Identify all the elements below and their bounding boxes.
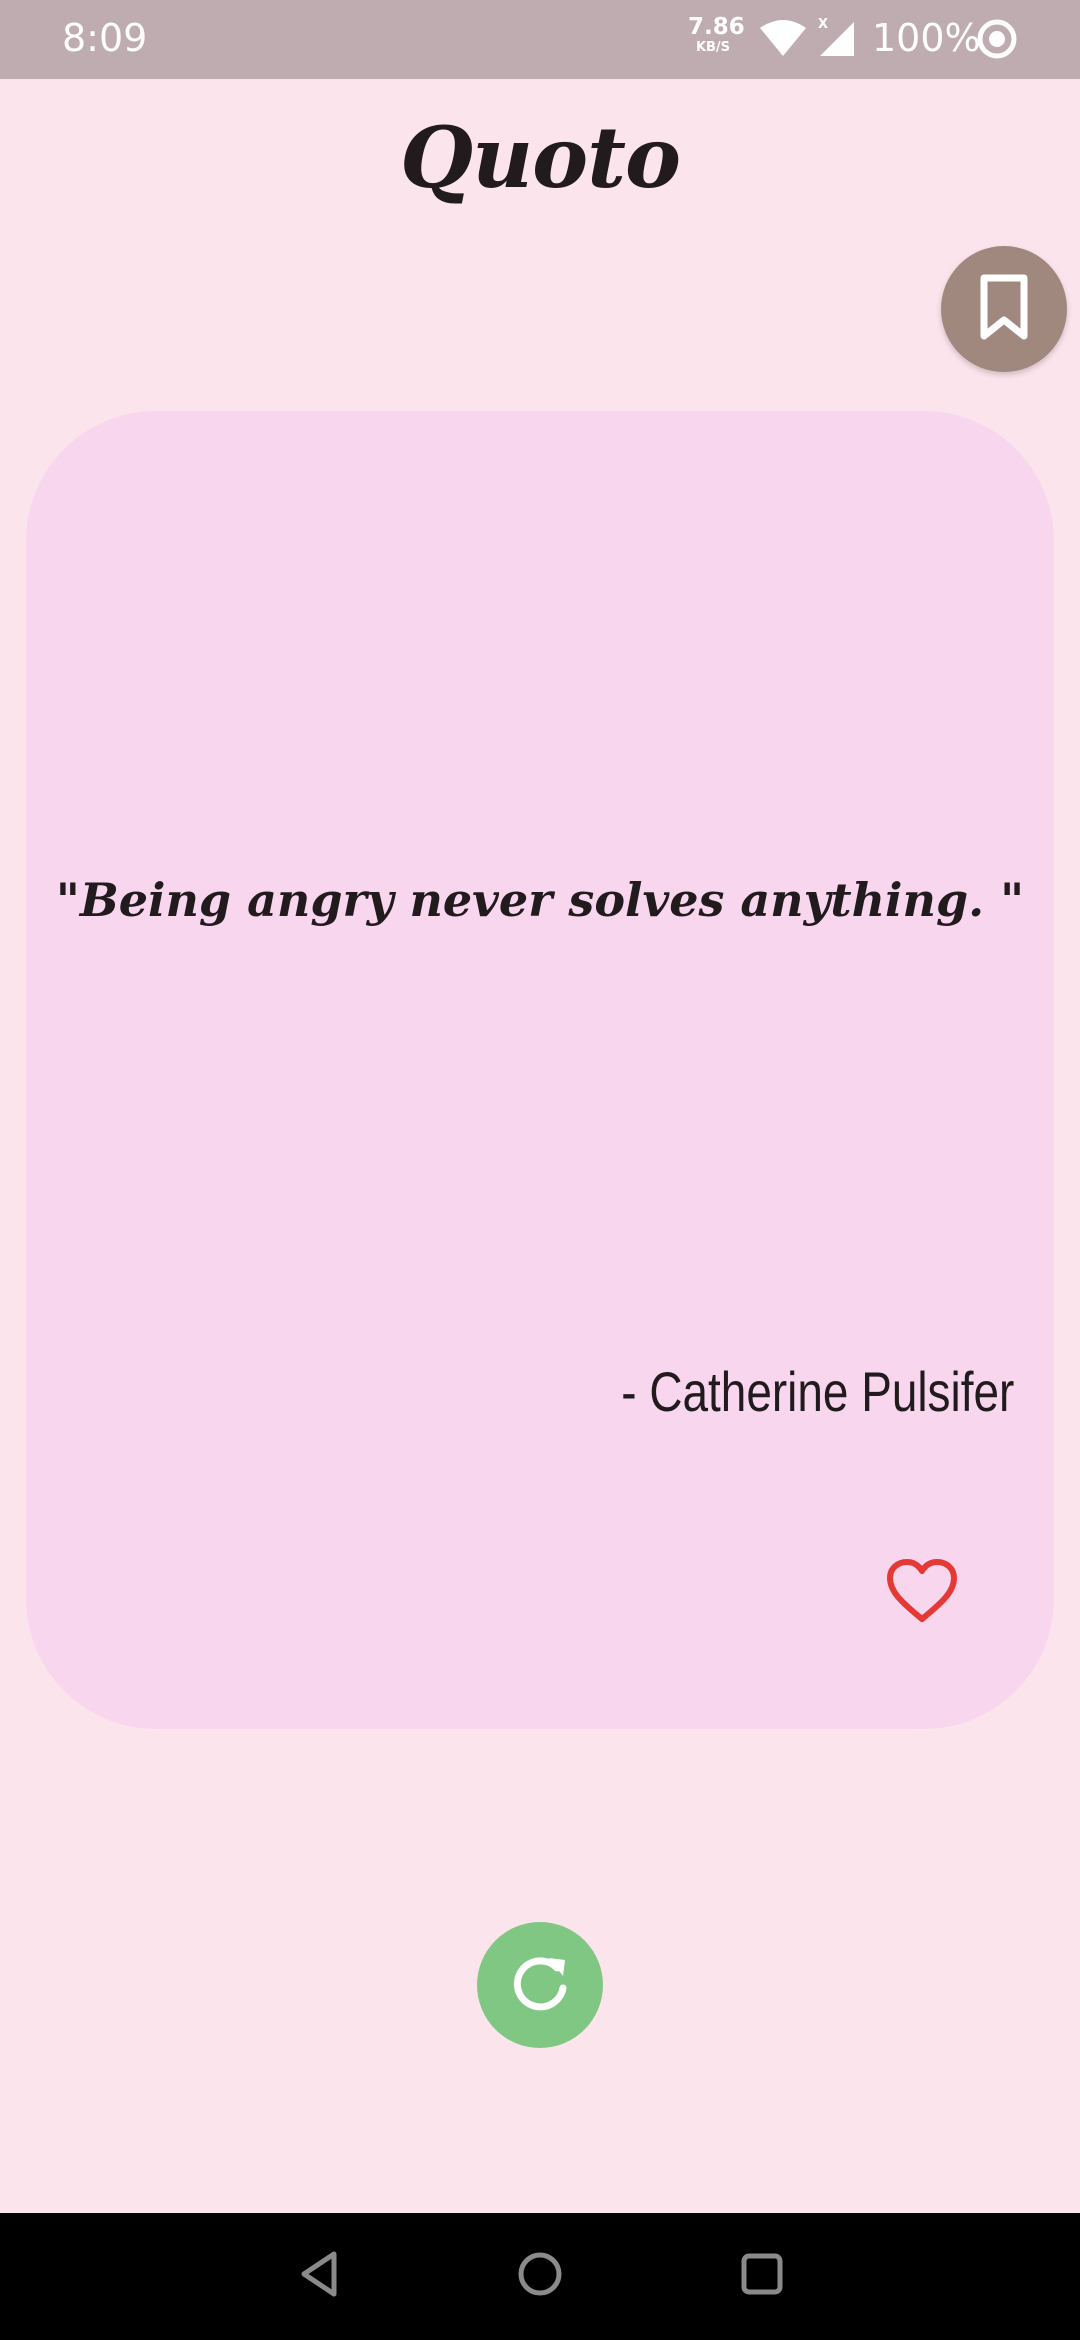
quote-author: - Catherine Pulsifer xyxy=(620,1360,1014,1423)
bookmark-icon xyxy=(976,274,1032,344)
status-time: 8:09 xyxy=(62,16,148,60)
app-screen: 8:09 7.86 KB/S X 100% Quoto "Being angry… xyxy=(0,0,1080,2340)
quote-card: "Being angry never solves anything. " - … xyxy=(26,411,1054,1729)
network-speed-unit: KB/S xyxy=(695,40,731,55)
refresh-icon xyxy=(507,1950,573,2020)
circle-status-icon xyxy=(975,17,1019,61)
home-icon xyxy=(514,2248,566,2304)
battery-percentage: 100% xyxy=(872,16,981,60)
bookmarks-button[interactable] xyxy=(941,246,1067,372)
network-speed: 7.86 KB/S xyxy=(688,14,745,55)
wifi-icon xyxy=(758,18,808,58)
home-button[interactable] xyxy=(505,2241,575,2311)
back-button[interactable] xyxy=(285,2241,355,2311)
recents-button[interactable] xyxy=(727,2241,797,2311)
app-title: Quoto xyxy=(399,108,681,207)
system-navigation-bar xyxy=(0,2213,1080,2340)
favorite-button[interactable] xyxy=(886,1559,958,1629)
network-speed-value: 7.86 xyxy=(688,14,745,40)
refresh-quote-button[interactable] xyxy=(477,1922,603,2048)
signal-icon: X xyxy=(816,16,856,58)
status-bar: 8:09 7.86 KB/S X 100% xyxy=(0,0,1080,79)
recents-icon xyxy=(736,2248,788,2304)
signal-label: X xyxy=(818,17,828,32)
back-icon xyxy=(294,2248,346,2304)
quote-text: "Being angry never solves anything. " xyxy=(55,873,1025,927)
heart-outline-icon xyxy=(886,1559,958,1629)
